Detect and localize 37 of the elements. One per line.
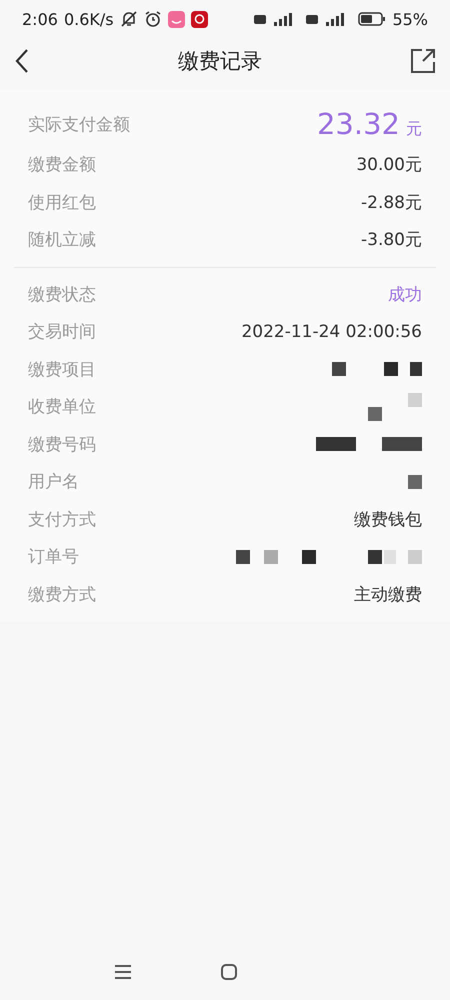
row-value: -2.88元 (361, 192, 422, 214)
row-value: 30.00元 (356, 154, 422, 176)
row-value: 2022-11-24 02:00:56 (241, 322, 422, 342)
row-label: 使用红包 (28, 192, 96, 214)
row-label: 缴费状态 (28, 284, 96, 306)
battery-percent: 55% (392, 10, 428, 28)
battery-icon (358, 11, 386, 27)
app-icon (190, 10, 208, 28)
status-time: 2:06 (22, 10, 58, 28)
row-value: 缴费钱包 (354, 508, 422, 531)
row-label: 缴费项目 (28, 358, 96, 381)
row-label: 缴费号码 (28, 434, 96, 456)
network-speed: 0.6K/s (64, 10, 114, 28)
bell-muted-icon (120, 10, 138, 28)
page-title: 缴费记录 (178, 48, 262, 75)
share-button[interactable] (410, 48, 436, 74)
row-value: -3.80元 (361, 229, 422, 252)
redaction-mosaic (408, 474, 422, 489)
app-icon (168, 10, 185, 28)
back-button[interactable] (14, 48, 30, 74)
row-label: 实际支付金额 (28, 114, 130, 136)
row-label: 缴费方式 (28, 584, 96, 606)
row-label: 交易时间 (28, 321, 96, 344)
row-label: 支付方式 (28, 508, 96, 531)
home-icon[interactable] (221, 964, 237, 980)
alarm-icon (144, 10, 162, 28)
status-value: 成功 (388, 284, 422, 306)
row-label: 缴费金额 (28, 154, 96, 176)
menu-icon[interactable] (115, 965, 131, 979)
row-label: 订单号 (28, 546, 79, 568)
currency-unit: 元 (406, 119, 422, 140)
paid-amount: 23.32 (316, 107, 400, 141)
row-label: 收费单位 (28, 396, 96, 418)
row-value: 主动缴费 (354, 584, 422, 606)
row-label: 用户名 (28, 471, 79, 494)
row-label: 随机立减 (28, 229, 96, 252)
redaction-mosaic (368, 392, 422, 421)
